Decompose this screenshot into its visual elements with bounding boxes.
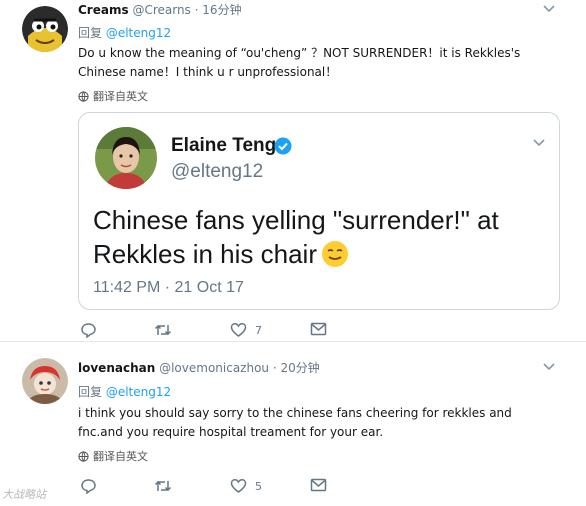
direct-message-button[interactable] (310, 478, 327, 492)
retweet-button[interactable] (154, 322, 180, 338)
quoted-tweet-text: Chinese fans yelling "surrender!" at Rek… (93, 203, 553, 271)
tweet-header: Creams @Crearns · 16分钟 (78, 1, 242, 18)
like-button[interactable]: 5 (230, 478, 262, 494)
chevron-down-icon[interactable] (531, 137, 547, 149)
reply-icon (81, 479, 96, 494)
tweet-header: lovenachan @lovemonicazhou · 20分钟 (78, 359, 320, 376)
tweet-actions: 7 (80, 322, 340, 340)
grinning-emoji (321, 241, 348, 267)
translate-link[interactable]: 翻译自英文 (78, 88, 148, 104)
user-handle[interactable]: @lovemonicazhou (159, 361, 269, 375)
reply-prefix: 回复 (78, 385, 103, 399)
reply-context: 回复 @elteng12 (78, 383, 171, 400)
reply-context: 回复 @elteng12 (78, 24, 171, 41)
translate-label[interactable]: 翻译自英文 (93, 448, 148, 464)
quoted-avatar[interactable] (95, 127, 157, 189)
avatar[interactable] (22, 358, 68, 404)
chevron-down-icon[interactable] (541, 361, 557, 373)
tweet-text: i think you should say sorry to the chin… (78, 406, 512, 439)
reply-to-mention[interactable]: @elteng12 (106, 26, 171, 40)
translate-link[interactable]: 翻译自英文 (78, 448, 148, 464)
tweet-actions: 5 (80, 478, 340, 496)
like-count: 5 (255, 479, 262, 493)
tweet-creams[interactable]: Creams @Crearns · 16分钟 回复 @elteng12 Do u… (0, 0, 586, 342)
direct-message-icon (310, 478, 327, 492)
retweet-icon (154, 324, 172, 336)
display-name[interactable]: lovenachan (78, 361, 155, 375)
separator: · (194, 3, 199, 17)
avatar[interactable] (22, 6, 68, 52)
display-name[interactable]: Creams (78, 3, 129, 17)
translate-globe-icon (78, 450, 89, 462)
quoted-timestamp[interactable]: 11:42 PM · 21 Oct 17 (93, 279, 244, 297)
like-count: 7 (255, 323, 262, 337)
reply-button[interactable] (80, 322, 105, 338)
retweet-icon (154, 480, 172, 492)
separator: · (272, 361, 277, 375)
retweet-button[interactable] (154, 478, 180, 494)
like-icon (230, 479, 247, 493)
reply-to-mention[interactable]: @elteng12 (106, 385, 171, 399)
translate-label[interactable]: 翻译自英文 (93, 88, 148, 104)
reply-icon (81, 323, 96, 338)
watermark: 大战略站 (2, 488, 46, 501)
quoted-user-handle[interactable]: @elteng12 (171, 161, 263, 183)
reply-button[interactable] (80, 478, 105, 494)
quoted-tweet-card[interactable]: Elaine Teng @elteng12 Chinese fans yelli… (78, 112, 560, 310)
timestamp[interactable]: 20分钟 (281, 361, 320, 375)
direct-message-button[interactable] (310, 322, 327, 336)
direct-message-icon (310, 322, 327, 336)
like-icon (230, 323, 247, 337)
timestamp[interactable]: 16分钟 (202, 3, 241, 17)
like-button[interactable]: 7 (230, 322, 262, 338)
quoted-display-name[interactable]: Elaine Teng (171, 135, 276, 157)
user-handle[interactable]: @Crearns (132, 3, 190, 17)
tweet-text: Do u know the meaning of “ou'cheng” ？NOT… (78, 46, 521, 79)
chevron-down-icon[interactable] (541, 3, 557, 15)
translate-globe-icon (78, 90, 89, 102)
reply-prefix: 回复 (78, 26, 103, 40)
verified-badge-icon (274, 137, 292, 155)
quoted-text-content: Chinese fans yelling "surrender!" at Rek… (93, 205, 499, 269)
